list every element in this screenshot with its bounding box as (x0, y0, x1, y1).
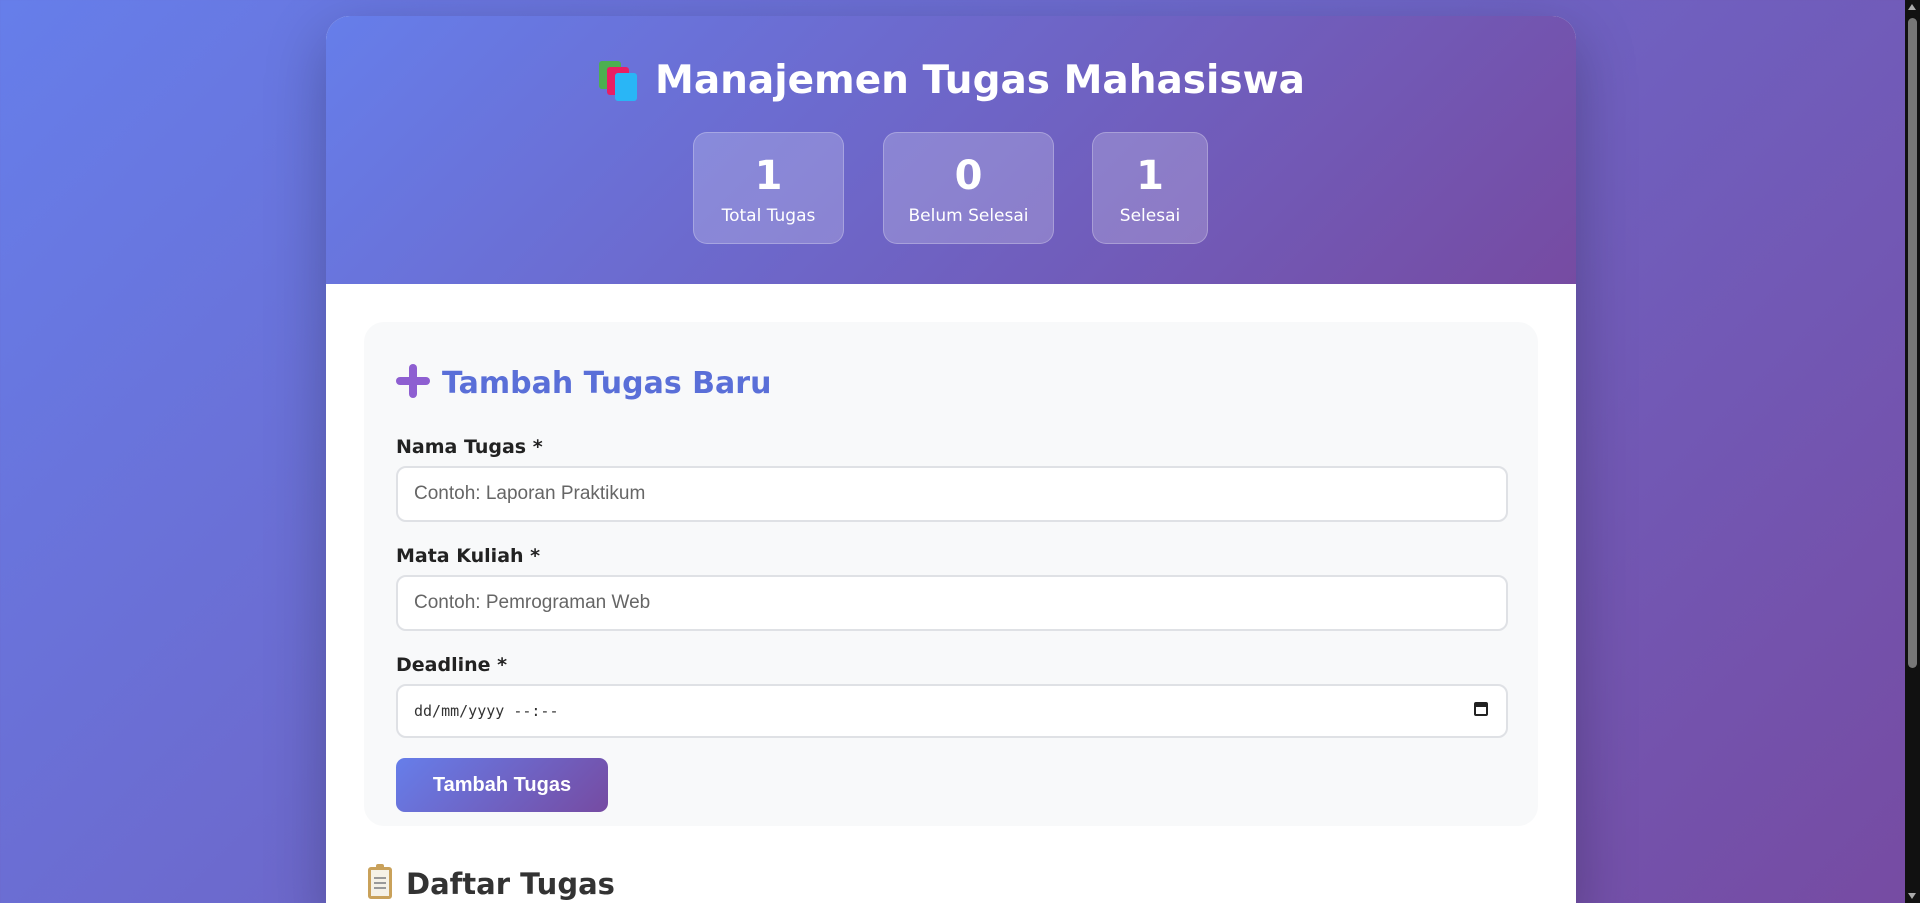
deadline-placeholder: dd/mm/yyyy --:-- (414, 702, 559, 720)
page-scrollbar[interactable] (1905, 0, 1920, 903)
deadline-input[interactable]: dd/mm/yyyy --:-- (396, 684, 1508, 738)
stat-unfinished-value: 0 (954, 153, 983, 199)
task-name-label: Nama Tugas * (396, 436, 543, 458)
stat-finished-value: 1 (1136, 153, 1164, 199)
app-container: Manajemen Tugas Mahasiswa 1 Total Tugas … (326, 16, 1576, 903)
plus-icon (396, 364, 430, 398)
course-label: Mata Kuliah * (396, 545, 541, 567)
scroll-thumb[interactable] (1908, 18, 1917, 668)
page-title-text: Manajemen Tugas Mahasiswa (655, 58, 1305, 103)
course-input[interactable] (396, 575, 1508, 631)
app-header: Manajemen Tugas Mahasiswa 1 Total Tugas … (326, 16, 1576, 284)
stat-total-tasks: 1 Total Tugas (693, 132, 844, 244)
stat-finished-tasks: 1 Selesai (1092, 132, 1208, 244)
stat-total-value: 1 (754, 153, 783, 199)
task-name-input[interactable] (396, 466, 1508, 522)
books-icon (597, 59, 639, 101)
add-task-button[interactable]: Tambah Tugas (396, 758, 608, 812)
scroll-down-icon[interactable] (1908, 893, 1916, 899)
calendar-icon[interactable] (1474, 702, 1488, 716)
stat-finished-label: Selesai (1119, 206, 1181, 226)
clipboard-icon (368, 864, 392, 899)
deadline-label: Deadline * (396, 654, 508, 676)
page-title: Manajemen Tugas Mahasiswa (326, 56, 1576, 106)
form-title-text: Tambah Tugas Baru (442, 366, 772, 401)
stat-unfinished-tasks: 0 Belum Selesai (883, 132, 1054, 244)
form-title: Tambah Tugas Baru (396, 364, 771, 403)
stat-unfinished-label: Belum Selesai (908, 206, 1029, 226)
scroll-up-icon[interactable] (1908, 4, 1916, 10)
task-list-title-text: Daftar Tugas (406, 867, 615, 901)
add-task-form: Tambah Tugas Baru Nama Tugas * Mata Kuli… (364, 322, 1538, 826)
stat-total-label: Total Tugas (721, 206, 816, 226)
task-list-title: Daftar Tugas (368, 864, 615, 903)
